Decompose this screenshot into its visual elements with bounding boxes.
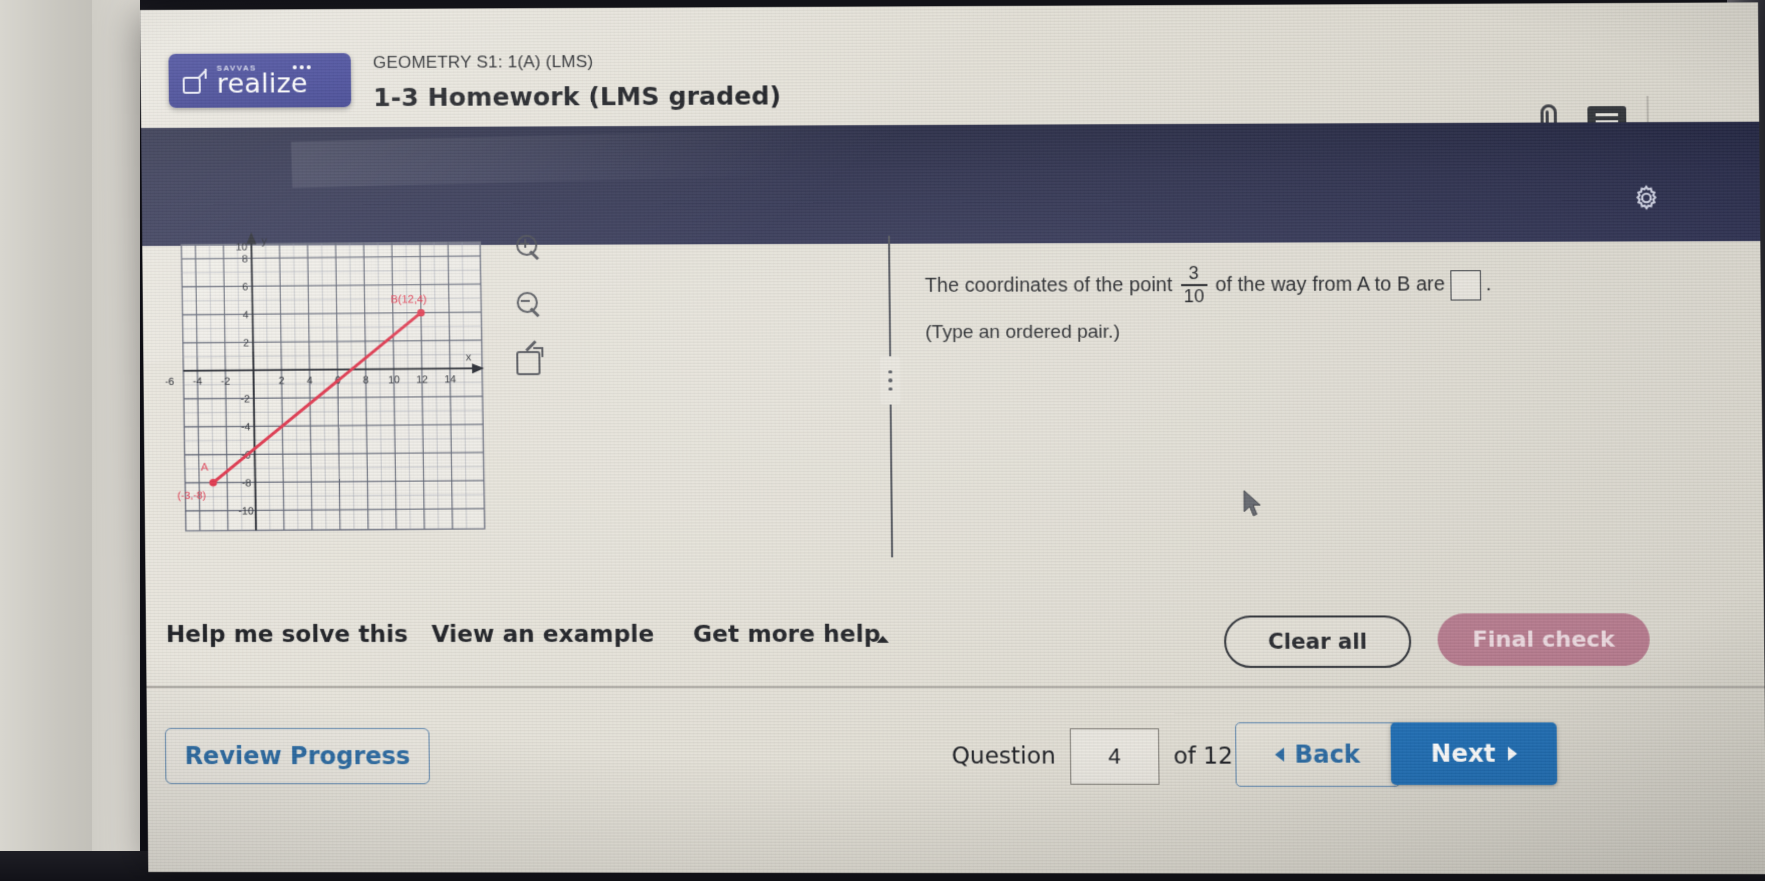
svg-text:A: A (201, 462, 209, 474)
svg-text:-4: -4 (193, 377, 203, 388)
back-button[interactable]: Back (1235, 722, 1401, 787)
mouse-cursor (1243, 490, 1264, 520)
svg-text:14: 14 (444, 375, 456, 386)
monitor-bezel-left (0, 0, 140, 881)
question-number-input[interactable]: 4 (1069, 728, 1160, 785)
expand-graph-tool[interactable] (512, 340, 547, 379)
course-title: GEOMETRY S1: 1(A) (LMS) (372, 52, 594, 73)
svg-text:8: 8 (242, 254, 248, 265)
app-header: SAVVAS realize GEOMETRY S1: 1(A) (LMS) 1… (140, 25, 1759, 145)
svg-text:-2: -2 (221, 376, 231, 387)
view-an-example-link[interactable]: View an example (431, 622, 654, 648)
svg-text:B(12,4): B(12,4) (391, 294, 427, 306)
monitor-photo: SAVVAS realize GEOMETRY S1: 1(A) (LMS) 1… (0, 0, 1765, 881)
toolbar-band (141, 121, 1761, 246)
question-text: The coordinates of the point 3 10 of the… (924, 262, 1637, 344)
screen-glare-band (290, 126, 917, 188)
fraction-three-tenths: 3 10 (1180, 262, 1208, 307)
svg-text:-4: -4 (241, 422, 251, 433)
svg-text:-8: -8 (242, 478, 252, 489)
back-button-label: Back (1294, 740, 1361, 769)
svg-text:10: 10 (388, 375, 400, 386)
footer-divider (140, 685, 1765, 689)
pane-drag-handle[interactable] (880, 356, 901, 405)
fraction-numerator: 3 (1188, 262, 1200, 284)
realize-logo[interactable]: SAVVAS realize (168, 53, 352, 108)
clear-all-button[interactable]: Clear all (1223, 615, 1412, 668)
svg-text:4: 4 (307, 376, 313, 387)
next-button[interactable]: Next (1390, 722, 1558, 786)
next-button-label: Next (1430, 739, 1496, 768)
final-check-button[interactable]: Final check (1437, 613, 1650, 666)
svg-text:8: 8 (363, 375, 369, 386)
svg-text:6: 6 (242, 282, 248, 293)
answer-input[interactable] (1449, 270, 1481, 301)
svg-text:2: 2 (279, 376, 285, 387)
svg-text:-6: -6 (165, 377, 175, 388)
question-line-1: The coordinates of the point 3 10 of the… (924, 262, 1637, 308)
svg-text:4: 4 (243, 310, 249, 321)
question-label: Question (951, 743, 1056, 770)
help-me-solve-this-link[interactable]: Help me solve this (166, 622, 408, 648)
svg-text:10: 10 (236, 242, 248, 253)
screen-content: SAVVAS realize GEOMETRY S1: 1(A) (LMS) 1… (140, 2, 1765, 875)
question-prefix: The coordinates of the point (924, 274, 1173, 298)
logo-realize-text: realize (216, 67, 308, 100)
svg-text:2: 2 (243, 338, 249, 349)
chevron-up-icon[interactable] (876, 635, 889, 643)
answer-instruction: (Type an ordered pair.) (925, 321, 1120, 343)
logo-dots-icon (292, 65, 311, 70)
gear-icon[interactable] (1631, 183, 1662, 213)
coordinate-graph[interactable]: y x 108 64 2 -2-4 -6-8 -10 -6-4-2 246 (163, 228, 499, 541)
question-navigator: Question 4 of 12 (951, 728, 1233, 785)
get-more-help-link[interactable]: Get more help (693, 622, 881, 648)
external-link-icon (182, 68, 208, 94)
help-row: Help me solve this View an example Get m… (146, 605, 1765, 680)
question-total-label: of 12 (1173, 743, 1234, 770)
question-period: . (1485, 273, 1492, 296)
footer-bar: Review Progress Question 4 of 12 Back Ne… (147, 700, 1765, 852)
svg-text:-2: -2 (240, 394, 250, 405)
svg-text:x: x (466, 351, 472, 363)
svg-text:12: 12 (416, 375, 428, 386)
question-workspace: y x 108 64 2 -2-4 -6-8 -10 -6-4-2 246 (142, 231, 1763, 586)
graph-tool-palette (511, 231, 553, 403)
bezel-left-highlight (92, 0, 140, 881)
svg-text:y: y (261, 235, 267, 247)
zoom-in-tool[interactable] (511, 231, 546, 265)
assignment-title: 1-3 Homework (LMS graded) (373, 81, 782, 113)
svg-text:-10: -10 (238, 506, 254, 517)
question-suffix: of the way from A to B are (1215, 273, 1446, 297)
chevron-left-icon (1275, 747, 1285, 762)
chevron-right-icon (1507, 746, 1517, 761)
zoom-out-tool[interactable] (512, 288, 547, 322)
fraction-denominator: 10 (1183, 285, 1205, 307)
review-progress-button[interactable]: Review Progress (164, 728, 430, 785)
svg-text:(-3,-8): (-3,-8) (177, 491, 206, 502)
